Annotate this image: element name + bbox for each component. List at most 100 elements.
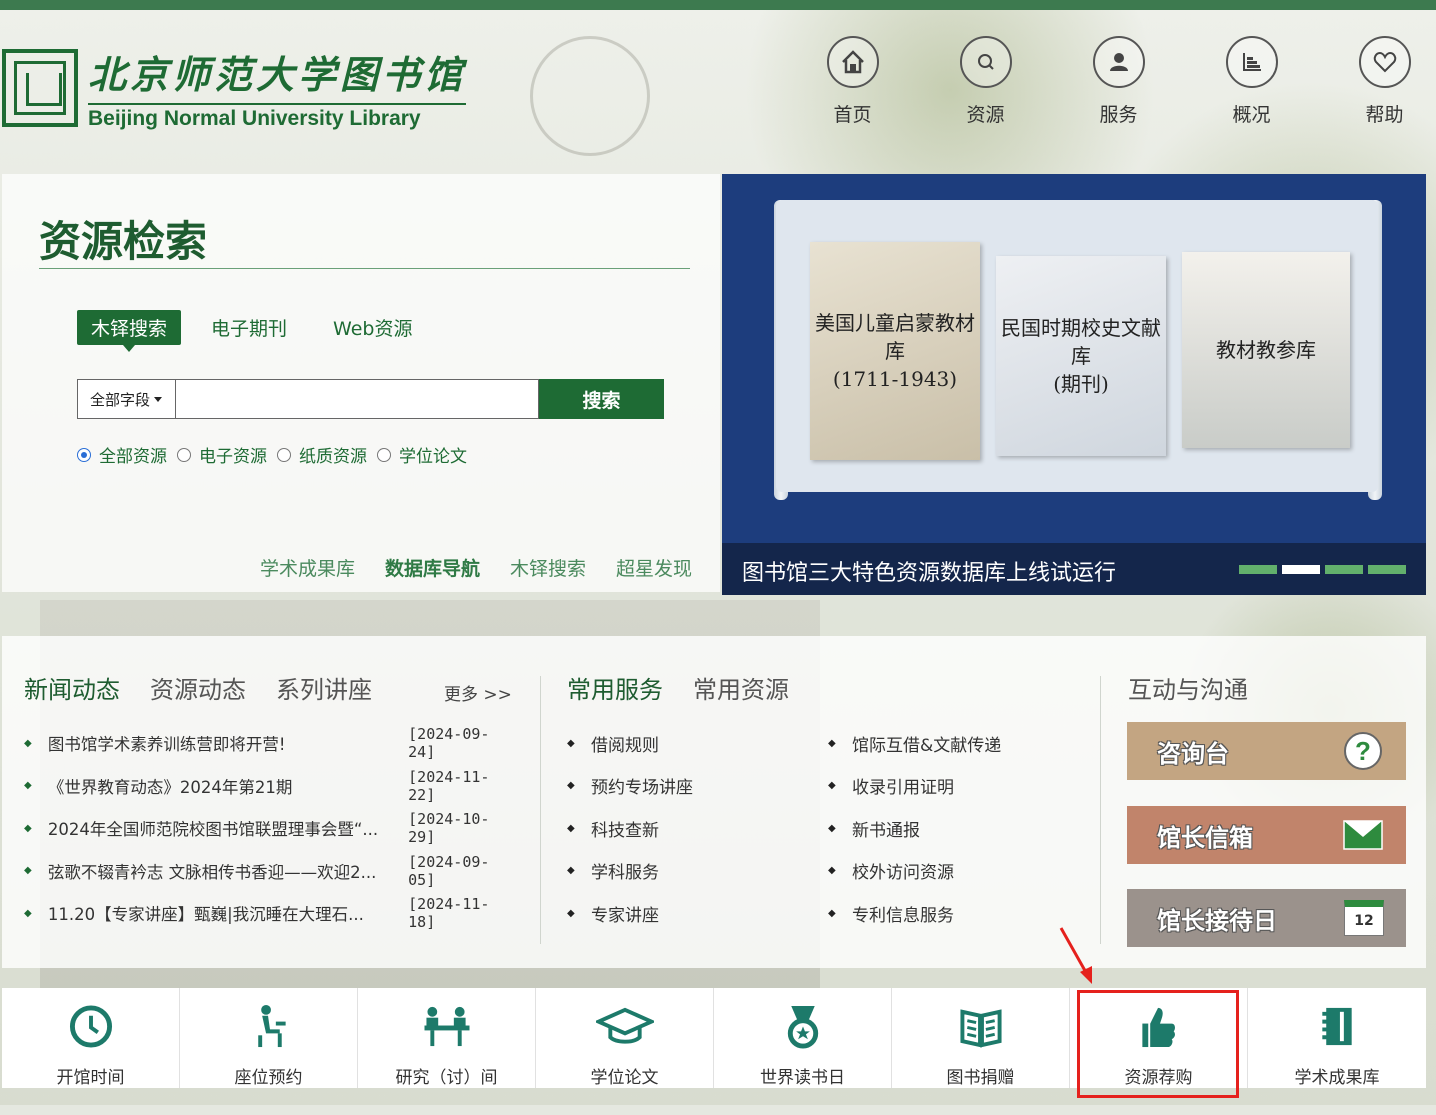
radio-label: 纸质资源 <box>299 447 367 467</box>
quick-link-world-book-day[interactable]: 世界读书日 <box>714 988 892 1088</box>
top-strip <box>0 0 1436 10</box>
search-button[interactable]: 搜索 <box>539 379 664 419</box>
tab-common-services[interactable]: 常用服务 <box>567 670 663 705</box>
library-logo[interactable]: 北京师范大学图书馆 Beijing Normal University Libr… <box>2 44 467 131</box>
service-link[interactable]: ◆ 馆际互借&文献传递 <box>828 722 1001 765</box>
banner-book-republic-history[interactable]: 民国时期校史文献库 (期刊) <box>996 256 1166 456</box>
banner-caption[interactable]: 图书馆三大特色资源数据库上线试运行 <box>742 555 1116 587</box>
service-link[interactable]: ◆ 专家讲座 <box>567 892 693 935</box>
search-title: 资源检索 <box>39 217 208 266</box>
link-database-nav[interactable]: 数据库导航 <box>385 554 480 581</box>
service-label: 专家讲座 <box>591 905 659 926</box>
quick-link-book-donation[interactable]: 图书捐赠 <box>892 988 1070 1088</box>
director-mailbox-card[interactable]: 馆长信箱 <box>1127 806 1406 864</box>
news-date: [2024-11-18] <box>408 895 490 932</box>
quick-link-academic-output[interactable]: 学术成果库 <box>1248 988 1426 1088</box>
banner-carousel[interactable]: 美国儿童启蒙教材库 (1711-1943) 民国时期校史文献库 (期刊) 教材教参库… <box>722 174 1426 595</box>
service-link[interactable]: ◆ 专利信息服务 <box>828 892 1001 935</box>
service-link[interactable]: ◆ 收录引用证明 <box>828 765 1001 808</box>
search-input[interactable] <box>175 379 539 419</box>
service-link[interactable]: ◆ 科技查新 <box>567 807 693 850</box>
seat-icon <box>257 1004 286 1048</box>
banner-book-textbooks[interactable]: 教材教参库 <box>1182 252 1350 448</box>
nav-home[interactable]: 首页 <box>786 36 919 127</box>
quick-link-label: 研究（讨）间 <box>395 1068 498 1088</box>
card-label: 馆长信箱 <box>1157 822 1253 852</box>
carousel-dot[interactable] <box>1368 565 1406 574</box>
book-subtitle: (期刊) <box>1053 372 1109 396</box>
news-item[interactable]: ◆ 弦歌不辍青衿志 文脉相传书香迎——欢迎2... [2024-09-05] <box>24 850 516 893</box>
quick-link-opening-hours[interactable]: 开馆时间 <box>2 988 180 1088</box>
consult-desk-card[interactable]: 咨询台 ? <box>1127 722 1406 780</box>
radio-dissertations[interactable]: 学位论文 <box>377 442 467 467</box>
tab-lecture-series[interactable]: 系列讲座 <box>276 670 372 705</box>
nav-services[interactable]: 服务 <box>1052 36 1185 127</box>
tab-news[interactable]: 新闻动态 <box>24 670 120 705</box>
radio-print-resources[interactable]: 纸质资源 <box>277 442 367 467</box>
service-link[interactable]: ◆ 新书通报 <box>828 807 1001 850</box>
service-link[interactable]: ◆ 学科服务 <box>567 850 693 893</box>
column-divider <box>1100 676 1101 944</box>
link-muduo-search[interactable]: 木铎搜索 <box>510 554 586 581</box>
quick-link-dissertations[interactable]: 学位论文 <box>536 988 714 1088</box>
clock-icon <box>69 1005 112 1048</box>
banner-book-american-primers[interactable]: 美国儿童启蒙教材库 (1711-1943) <box>810 242 980 460</box>
quick-link-seat-booking[interactable]: 座位预约 <box>180 988 358 1088</box>
service-link[interactable]: ◆ 借阅规则 <box>567 722 693 765</box>
carousel-dot[interactable] <box>1239 565 1277 574</box>
news-item[interactable]: ◆ 图书馆学术素养训练营即将开营! [2024-09-24] <box>24 722 516 765</box>
service-link[interactable]: ◆ 校外访问资源 <box>828 850 1001 893</box>
nav-resources[interactable]: 资源 <box>919 36 1052 127</box>
radio-label: 全部资源 <box>99 447 167 467</box>
service-label: 新书通报 <box>852 820 920 841</box>
search-panel: 资源检索 木铎搜索 电子期刊 Web资源 全部字段 搜索 全部资源 电子资源 纸… <box>2 174 720 592</box>
radio-all-resources[interactable]: 全部资源 <box>77 442 167 467</box>
chevron-down-icon <box>154 396 163 402</box>
news-item[interactable]: ◆ 11.20【专家讲座】甄巍|我沉睡在大理石... [2024-11-18] <box>24 892 516 935</box>
service-link[interactable]: ◆ 预约专场讲座 <box>567 765 693 808</box>
quick-link-study-room[interactable]: 研究（讨）间 <box>358 988 536 1088</box>
bottom-strip <box>0 1105 1436 1115</box>
field-select-value: 全部字段 <box>90 390 151 409</box>
tab-muduo-search[interactable]: 木铎搜索 <box>77 310 182 352</box>
medal-icon <box>787 1005 818 1049</box>
link-academic-output[interactable]: 学术成果库 <box>260 554 355 581</box>
director-reception-card[interactable]: 馆长接待日 12 <box>1127 889 1406 947</box>
bullet-icon: ◆ <box>24 865 32 877</box>
calendar-day: 12 <box>1354 913 1374 929</box>
notebook-icon <box>1322 1007 1352 1046</box>
link-chaoxing-discovery[interactable]: 超星发现 <box>616 554 692 581</box>
tab-resource-news[interactable]: 资源动态 <box>150 670 246 705</box>
bullet-icon: ◆ <box>567 822 575 834</box>
bullet-icon: ◆ <box>567 737 575 749</box>
quick-link-resource-recommend[interactable]: 资源荐购 <box>1070 988 1248 1088</box>
news-title: 2024年全国师范院校图书馆联盟理事会暨“... <box>47 820 379 840</box>
field-select[interactable]: 全部字段 <box>77 379 175 419</box>
tab-e-journals[interactable]: 电子期刊 <box>211 314 287 341</box>
nav-home-label: 首页 <box>833 104 872 126</box>
home-icon <box>826 36 879 88</box>
radio-e-resources[interactable]: 电子资源 <box>177 442 267 467</box>
news-item[interactable]: ◆ 2024年全国师范院校图书馆联盟理事会暨“... [2024-10-29] <box>24 807 516 850</box>
carousel-dot-active[interactable] <box>1282 565 1320 574</box>
radio-icon <box>177 447 191 462</box>
nav-resources-label: 资源 <box>966 104 1005 126</box>
news-item[interactable]: ◆ 《世界教育动态》2024年第21期 [2024-11-22] <box>24 765 516 808</box>
heart-icon <box>1358 36 1411 88</box>
tab-web-resources[interactable]: Web资源 <box>333 314 412 341</box>
services-col-2: ◆ 馆际互借&文献传递 ◆ 收录引用证明 ◆ 新书通报 ◆ 校外访问资源 ◆ 专利信息服务 <box>828 722 1001 935</box>
service-label: 科技查新 <box>591 820 659 841</box>
carousel-dot[interactable] <box>1325 565 1363 574</box>
bullet-icon: ◆ <box>828 737 836 749</box>
nav-help[interactable]: 帮助 <box>1318 36 1436 127</box>
logo-seal-icon <box>2 48 78 127</box>
news-title: 弦歌不辍青衿志 文脉相传书香迎——欢迎2... <box>47 862 377 882</box>
more-link[interactable]: 更多 >> <box>444 680 512 705</box>
quick-link-label: 学位论文 <box>590 1068 659 1088</box>
nav-overview[interactable]: 概况 <box>1185 36 1318 127</box>
news-date: [2024-09-05] <box>408 852 490 889</box>
scope-radios: 全部资源 电子资源 纸质资源 学位论文 <box>77 442 477 467</box>
service-label: 学科服务 <box>591 863 659 884</box>
bullet-icon: ◆ <box>24 780 32 792</box>
tab-common-resources[interactable]: 常用资源 <box>693 670 789 705</box>
